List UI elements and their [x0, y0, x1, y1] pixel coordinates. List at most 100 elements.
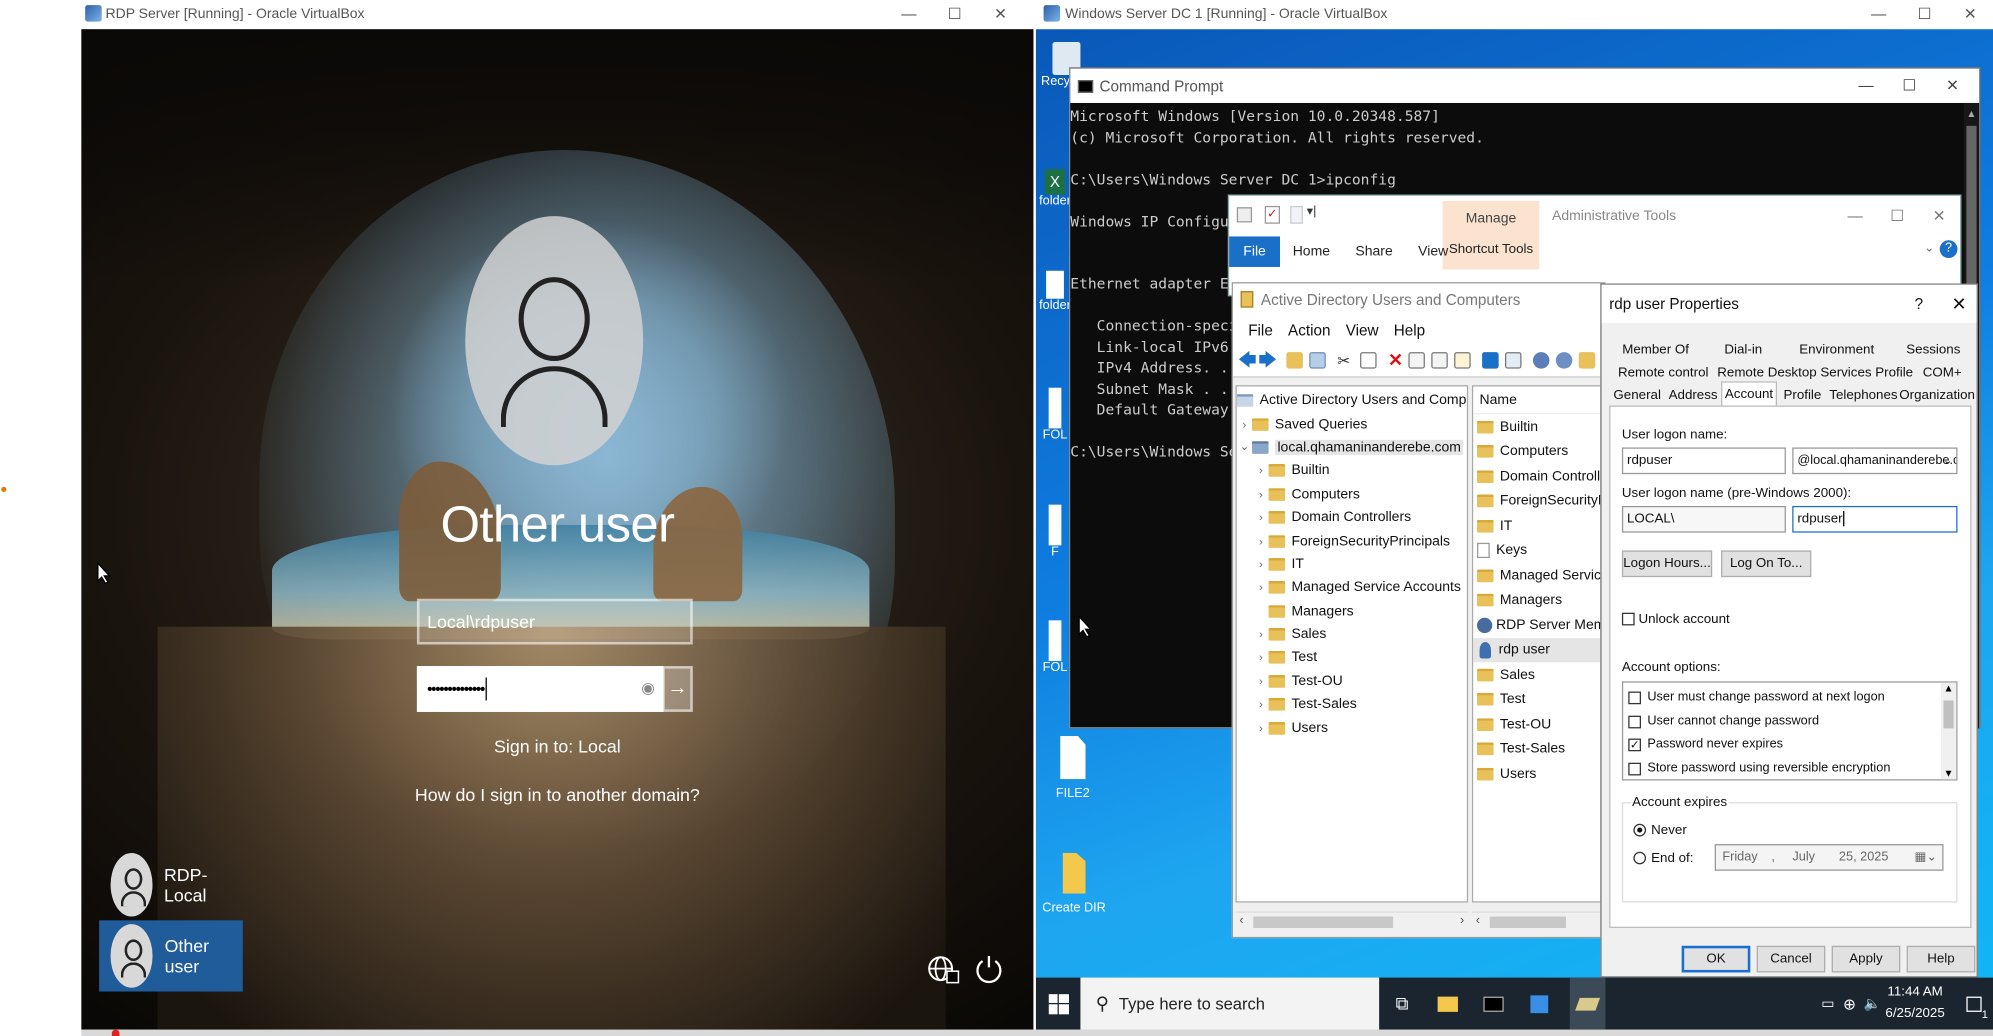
option-checkbox[interactable]: [1628, 762, 1641, 775]
tab-file[interactable]: File: [1229, 236, 1280, 267]
chevron-right-icon[interactable]: ›: [1253, 698, 1268, 711]
export-icon[interactable]: [1454, 352, 1471, 369]
refresh-icon[interactable]: [1431, 352, 1448, 369]
close-button[interactable]: ✕: [1947, 0, 1993, 28]
user-tile-rdp-local[interactable]: RDP-Local: [99, 849, 243, 920]
apply-button[interactable]: Apply: [1831, 945, 1901, 973]
explorer-window[interactable]: ✓ ▾| Manage Shortcut Tools Administrativ…: [1227, 194, 1962, 297]
tab-profile[interactable]: Profile: [1777, 384, 1828, 408]
list-item[interactable]: Keys: [1473, 538, 1600, 563]
tab-telephones[interactable]: Telephones: [1828, 384, 1899, 408]
chevron-right-icon[interactable]: ›: [1253, 675, 1268, 688]
chevron-right-icon[interactable]: ›: [1253, 511, 1268, 524]
account-option[interactable]: ✓ Password never expires: [1623, 733, 1956, 757]
reveal-password-icon[interactable]: ◉: [641, 679, 654, 697]
option-checkbox[interactable]: [1628, 715, 1641, 728]
list-item[interactable]: Users: [1473, 761, 1600, 786]
logon-name-field[interactable]: rdpuser: [1621, 447, 1786, 475]
task-view-icon[interactable]: ⧉: [1387, 978, 1418, 1030]
tree-item[interactable]: › Builtin: [1237, 459, 1467, 482]
pre2000-name-field[interactable]: rdpuser: [1792, 505, 1958, 533]
chevron-right-icon[interactable]: ›: [1253, 628, 1268, 641]
tree-root[interactable]: Active Directory Users and Computers [Wi: [1236, 389, 1467, 412]
aduc-window[interactable]: Active Directory Users and Computers Fil…: [1231, 282, 1606, 939]
admin-tools-icon[interactable]: [1569, 977, 1606, 1030]
logon-hours-button[interactable]: Logon Hours...: [1621, 550, 1713, 578]
tab-account[interactable]: Account: [1721, 381, 1777, 407]
chevron-right-icon[interactable]: ›: [1253, 722, 1268, 735]
log-on-to-button[interactable]: Log On To...: [1721, 550, 1812, 578]
menu-view[interactable]: View: [1338, 317, 1386, 345]
server-manager-icon[interactable]: [1524, 978, 1555, 1030]
tray-volume-icon[interactable]: 🔈: [1863, 978, 1881, 1030]
maximize-button[interactable]: ☐: [1902, 0, 1948, 28]
close-button[interactable]: ✕: [1951, 285, 1966, 323]
tree-item-saved-queries[interactable]: › Saved Queries: [1237, 412, 1467, 435]
list-item[interactable]: Test-OU: [1473, 712, 1600, 737]
context-help-button[interactable]: ?: [1915, 285, 1924, 323]
checkmark-icon[interactable]: ✓: [1264, 205, 1280, 224]
tree-item[interactable]: › IT: [1237, 553, 1467, 576]
desktop-icon-file2[interactable]: FILE2: [1051, 736, 1094, 801]
list-item[interactable]: Managers: [1473, 588, 1600, 613]
unlock-account-checkbox[interactable]: [1621, 612, 1635, 626]
list-item[interactable]: rdp user: [1473, 637, 1601, 663]
tree-item[interactable]: › Sales: [1237, 623, 1467, 646]
chevron-right-icon[interactable]: ›: [1253, 535, 1268, 548]
tab-view[interactable]: View: [1405, 236, 1460, 267]
tree-item[interactable]: › Domain Controllers: [1237, 506, 1467, 529]
tree-item-domain[interactable]: ⌄ local.qhamaninanderebe.com: [1237, 436, 1467, 459]
list-item[interactable]: Computers: [1473, 439, 1600, 464]
users-icon[interactable]: [1532, 352, 1550, 369]
help-icon[interactable]: ?: [1939, 240, 1958, 259]
account-option[interactable]: Store password using reversible encrypti…: [1623, 757, 1956, 781]
list-hscrollbar[interactable]: ‹: [1471, 911, 1602, 932]
minimize-button[interactable]: —: [1856, 0, 1902, 28]
tree-item[interactable]: › Users: [1237, 716, 1467, 739]
list-item[interactable]: ForeignSecurityPrinci: [1473, 489, 1600, 514]
submit-arrow-button[interactable]: →: [662, 666, 693, 712]
chevron-down-icon[interactable]: ▾|: [1307, 205, 1317, 219]
network-icon[interactable]: [925, 952, 961, 988]
maximize-button[interactable]: ☐: [1888, 69, 1931, 103]
file-explorer-icon[interactable]: [1433, 978, 1464, 1030]
back-arrow-icon[interactable]: 🡄: [1238, 351, 1256, 369]
tab-home[interactable]: Home: [1280, 236, 1343, 267]
close-button[interactable]: ✕: [977, 0, 1023, 28]
chevron-right-icon[interactable]: ›: [1253, 581, 1268, 594]
tab-share[interactable]: Share: [1343, 236, 1406, 267]
minimize-button[interactable]: —: [886, 0, 932, 28]
taskbar-search[interactable]: ⚲ Type here to search: [1080, 977, 1380, 1030]
new-folder-icon[interactable]: [1290, 205, 1303, 224]
other-domain-link[interactable]: How do I sign in to another domain?: [81, 784, 1033, 804]
tab-remote-control[interactable]: Remote control: [1609, 361, 1717, 385]
tab-sessions[interactable]: Sessions: [1889, 338, 1978, 362]
ok-button[interactable]: OK: [1681, 945, 1751, 973]
tab-general[interactable]: General: [1609, 384, 1665, 408]
chevron-down-icon[interactable]: ⌄: [1924, 242, 1935, 256]
list-item[interactable]: Domain Controllers: [1473, 464, 1600, 489]
menu-action[interactable]: Action: [1280, 317, 1338, 345]
minimize-button[interactable]: —: [1834, 196, 1876, 237]
tree-item[interactable]: › ForeignSecurityPrincipals: [1237, 529, 1467, 552]
tab-member-of[interactable]: Member Of: [1609, 338, 1702, 362]
group-icon[interactable]: [1555, 352, 1573, 369]
option-checkbox[interactable]: [1628, 691, 1641, 705]
maximize-button[interactable]: ☐: [932, 0, 978, 28]
cmd-taskbar-icon[interactable]: [1478, 978, 1509, 1030]
tab-dial-in[interactable]: Dial-in: [1702, 338, 1785, 362]
chevron-right-icon[interactable]: ›: [1253, 651, 1268, 664]
menu-help[interactable]: Help: [1386, 317, 1433, 345]
filter-icon[interactable]: [1578, 352, 1596, 369]
start-button[interactable]: [1036, 978, 1080, 1030]
tree-hscrollbar[interactable]: ‹ ›: [1235, 911, 1469, 932]
never-radio[interactable]: [1633, 823, 1647, 837]
list-item[interactable]: Managed Service Acc: [1473, 563, 1600, 588]
notifications-icon[interactable]: 1: [1963, 978, 1988, 1030]
cancel-button[interactable]: Cancel: [1756, 945, 1826, 973]
tree-item[interactable]: › Managed Service Accounts: [1237, 576, 1467, 599]
expiry-date-picker[interactable]: Friday , July 25, 2025 ▦⌄: [1714, 844, 1944, 871]
cut-icon[interactable]: ✂: [1337, 352, 1354, 370]
chevron-right-icon[interactable]: ›: [1253, 558, 1268, 571]
desktop-icon-create-dir[interactable]: Create DIR: [1038, 852, 1109, 915]
